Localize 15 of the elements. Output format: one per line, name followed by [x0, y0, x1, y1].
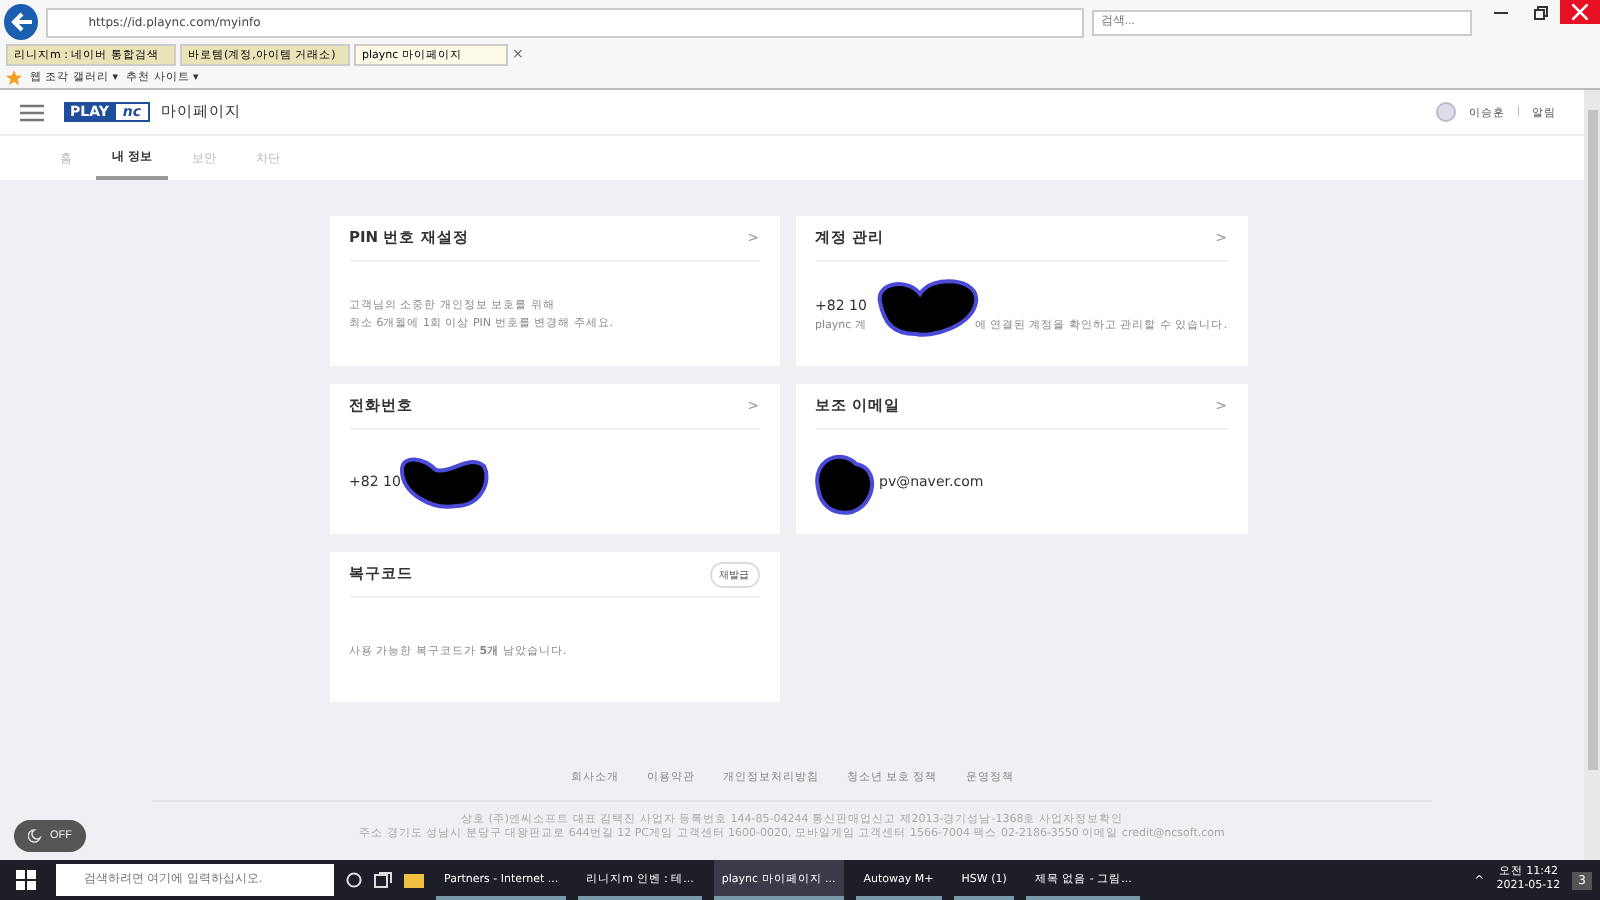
back-button[interactable] [4, 4, 39, 40]
scrollbar[interactable] [1584, 90, 1600, 860]
task-view-icon[interactable] [374, 872, 392, 888]
close-icon[interactable] [1560, 0, 1600, 24]
circle-icon[interactable] [346, 872, 362, 888]
avatar-icon [1436, 102, 1457, 122]
back-arrow-icon [7, 8, 36, 36]
windows-logo-icon[interactable] [16, 870, 36, 890]
restore-icon[interactable] [1533, 5, 1547, 19]
favorites-star-icon[interactable] [6, 69, 22, 85]
folder-icon[interactable] [404, 873, 424, 887]
redaction-scribble [396, 454, 493, 510]
minimize-icon[interactable] [1493, 11, 1507, 13]
moon-icon [28, 828, 44, 844]
menu-icon[interactable] [20, 103, 44, 121]
